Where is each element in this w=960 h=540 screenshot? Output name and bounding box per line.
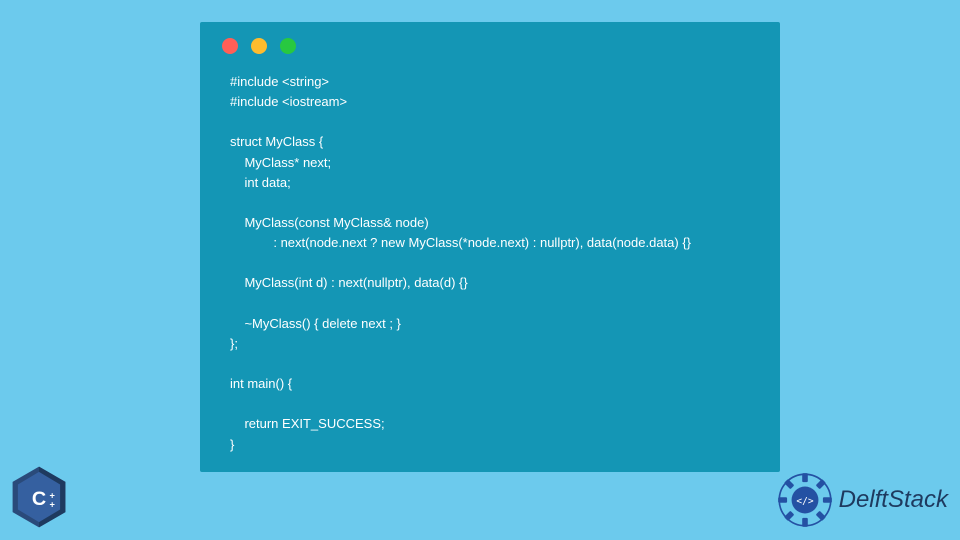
- window-controls: [200, 22, 780, 64]
- delftstack-label: DelftStack: [839, 486, 948, 514]
- code-window: #include <string> #include <iostream> st…: [200, 22, 780, 472]
- delftstack-badge-icon: </>: [777, 472, 833, 528]
- svg-text:+: +: [49, 500, 55, 510]
- code-block: #include <string> #include <iostream> st…: [200, 64, 780, 463]
- svg-text:C: C: [32, 488, 46, 510]
- svg-text:+: +: [49, 490, 55, 500]
- minimize-icon[interactable]: [251, 38, 267, 54]
- maximize-icon[interactable]: [280, 38, 296, 54]
- close-icon[interactable]: [222, 38, 238, 54]
- svg-text:</>: </>: [796, 496, 813, 507]
- delftstack-logo: </> DelftStack: [777, 472, 948, 528]
- cpp-logo-icon: C + +: [6, 464, 72, 530]
